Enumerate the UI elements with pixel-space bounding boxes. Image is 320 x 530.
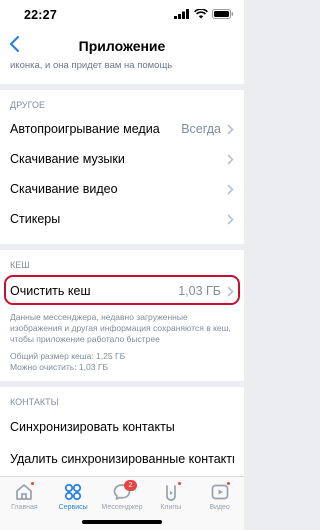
cache-section: КЕШ Очистить кеш 1,03 ГБ Данные мессендж… bbox=[0, 250, 244, 381]
previous-section-text: иконка, и она придет вам на помощь bbox=[10, 60, 173, 71]
video-download-label: Скачивание видео bbox=[10, 182, 118, 196]
tab-services[interactable]: Сервисы bbox=[50, 481, 96, 511]
chevron-right-icon bbox=[227, 154, 234, 164]
tab-messenger[interactable]: 2 Мессенджер bbox=[99, 480, 145, 511]
cache-section-header: КЕШ bbox=[10, 260, 30, 270]
stickers-label: Стикеры bbox=[10, 212, 61, 226]
tab-video[interactable]: Видео bbox=[197, 481, 243, 511]
status-time: 22:27 bbox=[24, 8, 57, 22]
chevron-right-icon bbox=[227, 124, 234, 134]
other-section: ДРУГОЕ Автопроигрывание медиа Всегда Ска… bbox=[0, 90, 244, 244]
signal-icon bbox=[174, 9, 189, 19]
autoplay-media-label: Автопроигрывание медиа bbox=[10, 122, 160, 136]
settings-content[interactable]: иконка, и она придет вам на помощь ДРУГО… bbox=[0, 60, 244, 476]
status-icons bbox=[174, 9, 234, 19]
tab-video-label: Видео bbox=[209, 504, 230, 511]
status-bar: 22:27 bbox=[0, 0, 244, 28]
sync-contacts-label: Синхронизировать контакты bbox=[10, 420, 175, 434]
delete-synced-contacts-row[interactable]: Удалить синхронизированные контакты bbox=[0, 443, 244, 475]
autoplay-media-value: Всегда bbox=[181, 122, 221, 136]
cache-clearable-size: Можно очистить: 1,03 ГБ bbox=[10, 362, 109, 372]
contacts-section: КОНТАКТЫ Синхронизировать контакты Удали… bbox=[0, 387, 244, 476]
music-download-row[interactable]: Скачивание музыки bbox=[0, 144, 244, 174]
notification-dot bbox=[176, 481, 182, 486]
contacts-section-header: КОНТАКТЫ bbox=[10, 397, 59, 407]
other-section-header: ДРУГОЕ bbox=[10, 100, 45, 110]
cache-stats: Общий размер кеша: 1,25 ГБ Можно очистит… bbox=[0, 345, 244, 381]
notification-dot bbox=[225, 481, 231, 486]
autoplay-media-row[interactable]: Автопроигрывание медиа Всегда bbox=[0, 114, 244, 144]
home-indicator bbox=[82, 520, 162, 524]
messenger-badge: 2 bbox=[123, 480, 137, 491]
tab-clips-label: Клипы bbox=[160, 504, 182, 511]
chevron-right-icon bbox=[227, 214, 234, 224]
sync-contacts-row[interactable]: Синхронизировать контакты bbox=[0, 411, 244, 443]
wifi-icon bbox=[194, 9, 208, 19]
delete-synced-contacts-label: Удалить синхронизированные контакты bbox=[10, 452, 234, 466]
cache-description: Данные мессенджера, недавно загруженные … bbox=[10, 312, 231, 344]
clear-cache-row[interactable]: Очистить кеш 1,03 ГБ bbox=[0, 274, 244, 308]
tab-home[interactable]: Главная bbox=[1, 481, 47, 511]
nav-bar: Приложение bbox=[0, 28, 244, 60]
chevron-right-icon bbox=[227, 184, 234, 194]
tab-services-label: Сервисы bbox=[58, 504, 88, 511]
music-download-label: Скачивание музыки bbox=[10, 152, 125, 166]
battery-icon bbox=[212, 9, 234, 19]
cache-total-size: Общий размер кеша: 1,25 ГБ bbox=[10, 351, 126, 361]
tab-messenger-label: Мессенджер bbox=[101, 504, 143, 511]
video-download-row[interactable]: Скачивание видео bbox=[0, 174, 244, 204]
tab-home-label: Главная bbox=[11, 504, 38, 511]
tab-clips[interactable]: Клипы bbox=[148, 481, 194, 511]
page-title: Приложение bbox=[78, 38, 166, 54]
clear-cache-highlight bbox=[4, 275, 240, 305]
stickers-row[interactable]: Стикеры bbox=[0, 204, 244, 234]
services-grid-icon bbox=[65, 483, 82, 501]
previous-section-tail: иконка, и она придет вам на помощь bbox=[0, 60, 244, 84]
